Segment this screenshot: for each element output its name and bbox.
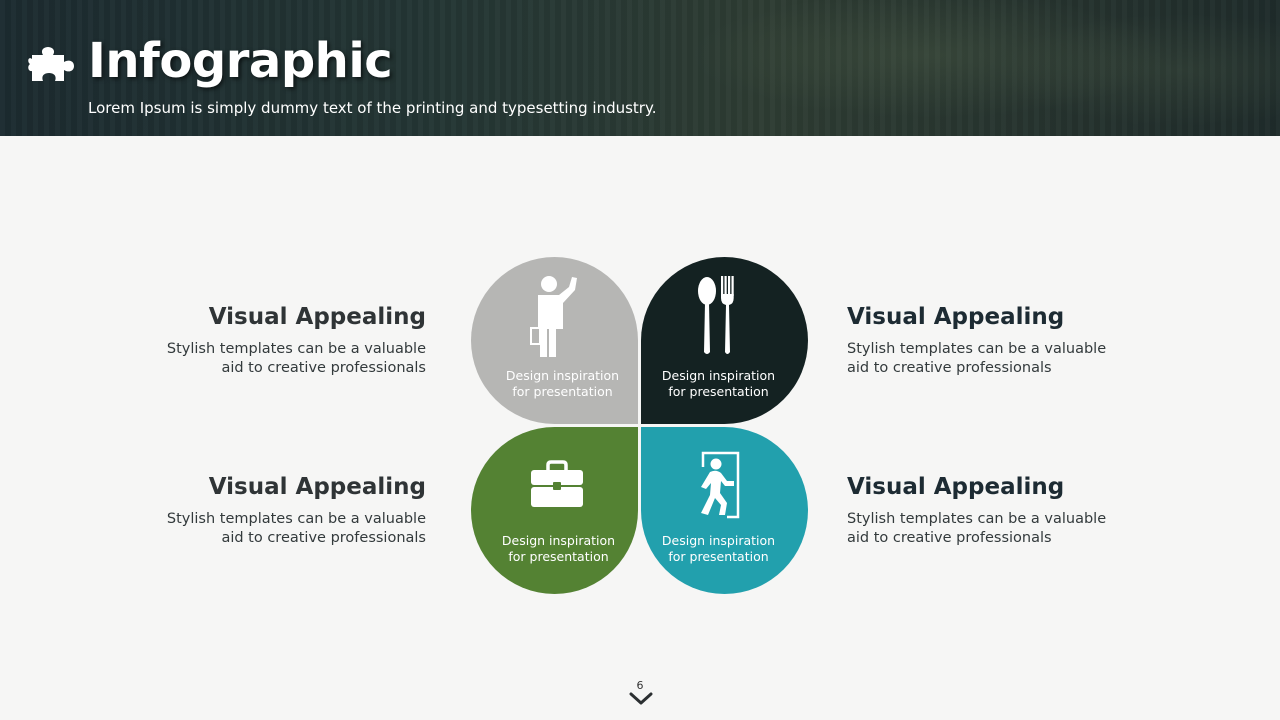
item-description: Stylish templates can be a valuable aid … bbox=[166, 341, 426, 376]
item-heading: Visual Appealing bbox=[208, 474, 426, 500]
businessman-waving-icon bbox=[530, 276, 577, 357]
item-description: Stylish templates can be a valuable aid … bbox=[847, 511, 1107, 546]
left-item-1: Visual Appealing Stylish templates can b… bbox=[126, 302, 426, 378]
petal-bottom-right: Design inspiration for presentation bbox=[641, 427, 808, 594]
header-banner: Infographic Lorem Ipsum is simply dummy … bbox=[0, 0, 1280, 136]
item-heading: Visual Appealing bbox=[847, 474, 1065, 500]
right-item-2: Visual Appealing Stylish templates can b… bbox=[847, 472, 1147, 548]
left-item-2: Visual Appealing Stylish templates can b… bbox=[126, 472, 426, 548]
item-heading: Visual Appealing bbox=[847, 304, 1065, 330]
petal-caption: Design inspiration for presentation bbox=[501, 533, 616, 564]
page-title: Infographic bbox=[88, 33, 393, 89]
page-subtitle: Lorem Ipsum is simply dummy text of the … bbox=[88, 99, 657, 117]
item-description: Stylish templates can be a valuable aid … bbox=[847, 341, 1107, 376]
page-number: 6 bbox=[636, 679, 644, 692]
right-item-1: Visual Appealing Stylish templates can b… bbox=[847, 302, 1147, 378]
chevron-down-icon[interactable] bbox=[629, 692, 653, 706]
petal-bottom-left: Design inspiration for presentation bbox=[471, 427, 638, 594]
item-description: Stylish templates can be a valuable aid … bbox=[166, 511, 426, 546]
spoon-fork-icon bbox=[698, 276, 734, 354]
puzzle-piece-icon bbox=[28, 47, 74, 81]
petal-caption: Design inspiration for presentation bbox=[505, 368, 620, 399]
petal-caption: Design inspiration for presentation bbox=[661, 368, 776, 399]
exit-door-walking-icon bbox=[701, 451, 740, 519]
petal-caption: Design inspiration for presentation bbox=[661, 533, 776, 564]
item-heading: Visual Appealing bbox=[208, 304, 426, 330]
briefcase-icon bbox=[531, 460, 583, 507]
petal-top-left: Design inspiration for presentation bbox=[471, 257, 638, 424]
petal-top-right: Design inspiration for presentation bbox=[641, 257, 808, 424]
